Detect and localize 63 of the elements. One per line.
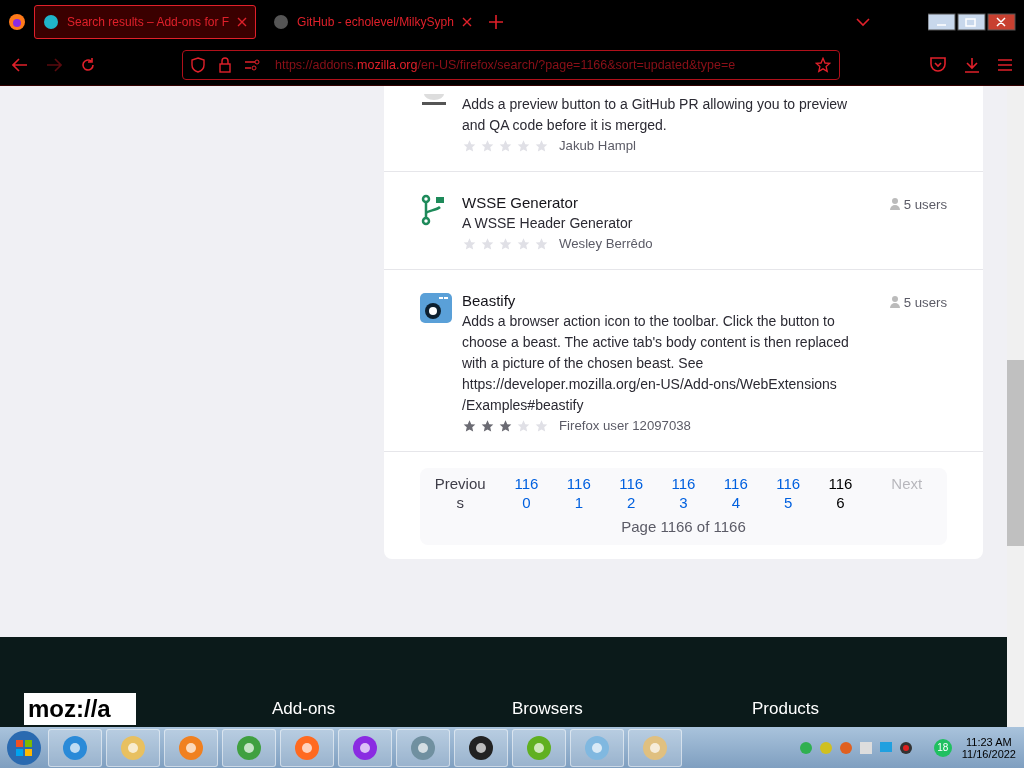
menu-icon[interactable] [998,58,1012,71]
start-button-icon[interactable] [4,728,44,767]
star-icon [480,138,495,153]
star-icon [534,236,549,251]
close-icon[interactable] [237,17,248,27]
address-bar[interactable]: https://addons.mozilla.org/en-US/firefox/search/?page=1166&sort=updated&type=e [182,49,840,80]
star-icon [498,418,513,433]
user-count: 5 users [889,194,947,214]
logo[interactable]: moz://a [24,693,136,725]
camera-icon [420,292,452,324]
star-icon [462,236,477,251]
browser-tab[interactable]: Search results – Add-ons for F [34,5,257,39]
addon-author: Firefox user 12097038 [559,418,691,433]
page-link[interactable]: 1164 [722,474,749,512]
star-bookmark-icon[interactable] [815,56,831,73]
user-icon [889,296,900,308]
addon-author: Wesley Berrêdo [559,236,653,251]
star-icon [462,138,477,153]
browser-logo-icon[interactable] [8,13,26,31]
chevron-down-icon[interactable] [856,17,870,27]
addon-title[interactable]: WSSE Generator [462,194,874,211]
window-controls-drawing[interactable] [928,13,1016,31]
star-icon [516,138,531,153]
page-link[interactable]: 1160 [513,474,540,512]
pocket-icon[interactable] [930,57,946,72]
clock[interactable]: 11:23 AM 11/16/2022 [957,735,1020,760]
shield-icon [191,56,205,73]
close-icon[interactable] [461,17,472,27]
permissions-icon [245,58,261,71]
reload-icon[interactable] [80,56,96,73]
page-link[interactable]: 1166 [827,474,854,512]
back-arrow-icon[interactable] [12,57,28,72]
footer-heading: Products [752,699,821,720]
star-icon [534,138,549,153]
star-icon [498,236,513,251]
star-icon [534,418,549,433]
addon-author: Jakub Hampl [559,138,636,153]
star-icon [480,418,495,433]
page-link[interactable]: 1163 [670,474,697,512]
addon-description: Adds a preview button to a GitHub PR allowing you to preview and QA code before it is merged. [462,95,849,135]
star-icon [480,236,495,251]
lock-icon [219,56,231,73]
star-icon [516,418,531,433]
download-icon[interactable] [964,56,980,73]
star-icon [498,138,513,153]
page-link[interactable]: Previous [433,474,488,512]
scrollbar-thumb[interactable] [1007,360,1024,546]
footer-heading: Browsers [512,699,584,720]
addon-description: Adds a browser action icon to the toolbar. Click the button to choose a beast. The active tab's body content is then replaced with a picture of the chosen beast. See https://developer.mozilla.org/en-US/Add-ons/WebExtensions /Examples#beastify [462,312,850,415]
addon-description: A WSSE Header Generator [462,214,634,233]
page-link[interactable]: 1165 [775,474,802,512]
url-text: https://addons.mozilla.org/en-US/firefox/search/?page=1166&sort=updated&type=e [275,57,737,72]
star-icon [516,236,531,251]
scrollbar[interactable] [1007,86,1024,727]
user-count: 5 users [889,292,947,312]
addon-title[interactable]: Beastify [462,292,874,309]
star-icon [462,418,477,433]
browser-tab[interactable]: GitHub - echolevel/MilkySyph [264,5,481,39]
footer-heading: Add-ons [272,699,337,720]
page-link[interactable]: 1161 [565,474,592,512]
page-summary: Page 1166 of 1166 [621,518,746,535]
page-link[interactable]: 1162 [618,474,645,512]
user-icon [889,198,900,210]
